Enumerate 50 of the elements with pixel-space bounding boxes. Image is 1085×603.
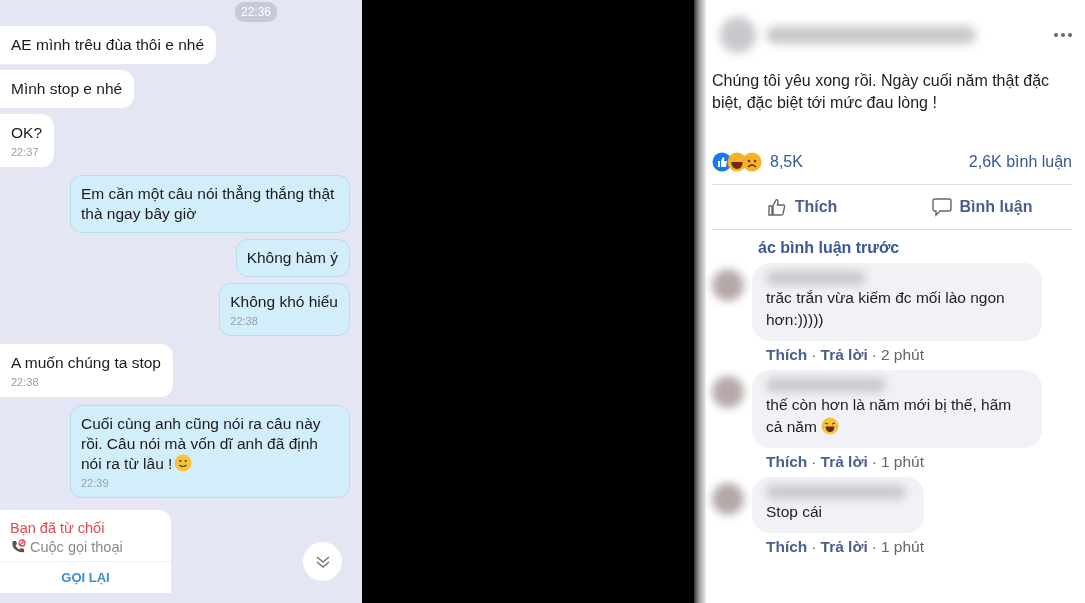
comment-text: trăc trắn vừa kiếm đc mối lào ngon hơn:))))) [766,288,1006,330]
reply-link[interactable]: Trả lời [820,538,868,556]
comment-time: 1 phút [880,538,924,556]
double-chevron-down-icon [314,553,331,570]
post-text: Chúng tôi yêu xong rồi. Ngày cuối năm thật đặc biệt, đặc biệt tới mức đau lòng ! [712,71,1051,113]
speech-bubble-icon [931,197,952,217]
thumbs-up-icon [766,197,787,217]
message-text: Không hàm ý [246,248,338,268]
comment-time: 1 phút [880,453,924,471]
message-text: A muốn chúng ta stop [11,353,161,373]
message-text: Cuối cùng anh cũng nói ra câu này rồi. Câu nói mà vốn dĩ anh đã định nói ra từ lâu ! [81,414,322,474]
message-text: Mình stop e nhé [11,79,123,99]
reaction-count[interactable]: 8,5K [770,153,803,171]
message-time: 22:39 [81,477,110,489]
comment-text: thế còn hơn là năm mới bị thế, hãm cả năm [766,395,1013,437]
like-link[interactable]: Thích [766,346,808,364]
missed-call-icon [10,539,26,555]
comment-count[interactable]: 2,6K bình luận [968,153,1072,171]
blurred-avatar [712,269,744,301]
blurred-avatar [720,17,756,53]
message-text: Không khó hiểu [230,292,338,312]
comment-text: Stop cái [766,502,823,522]
separator: · [811,453,817,471]
message-text: Em cần một câu nói thẳng thắng thật thà ngay bây giờ [81,184,336,224]
separator: · [871,453,877,471]
message-time: 22:38 [230,315,259,327]
separator: · [871,346,877,364]
reply-link[interactable]: Trả lời [820,453,868,471]
message-time: 22:38 [11,376,40,388]
separator: · [811,538,817,556]
comment-button[interactable]: Bình luận [892,185,1072,229]
call-type: Cuộc gọi thoại [30,539,123,555]
message-text: AE mình trêu đùa thôi e nhé [11,35,205,55]
message-time: 22:37 [11,146,40,158]
more-options-icon[interactable] [1054,33,1072,37]
comment-time: 2 phút [880,346,924,364]
like-link[interactable]: Thích [766,538,808,556]
reply-link[interactable]: Trả lời [820,346,868,364]
reactions-icon [712,152,762,172]
message-text: OK? [11,123,42,143]
blurred-avatar [712,376,744,408]
blurred-avatar [712,483,744,515]
separator: · [811,346,817,364]
like-button[interactable]: Thích [712,185,892,229]
previous-comments-link[interactable]: ác bình luận trước [758,239,900,257]
call-status: Bạn đã từ chối [9,519,106,538]
date-chip: 22:36 [235,2,277,22]
separator: · [871,538,877,556]
scroll-down-button[interactable] [303,542,342,581]
like-link[interactable]: Thích [766,453,808,471]
